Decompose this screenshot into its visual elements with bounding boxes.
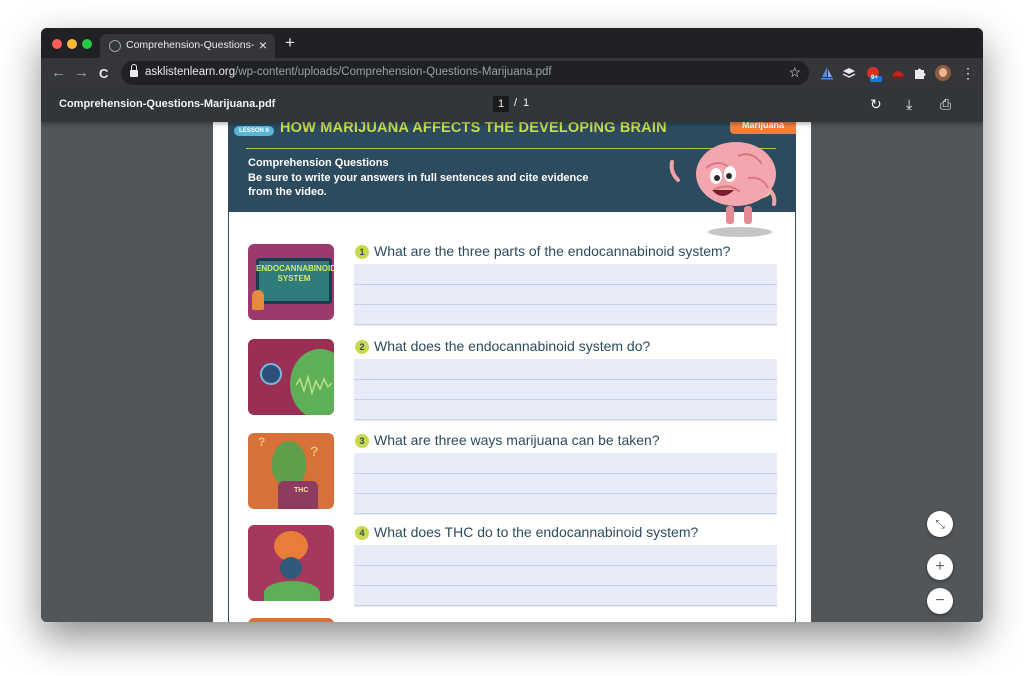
question-item: THC ? ? 3 What are three ways marijuana … (213, 432, 811, 515)
profile-avatar[interactable] (935, 65, 951, 81)
fit-to-page-button[interactable]: ⤡ (927, 511, 953, 537)
answer-lines (354, 453, 777, 515)
maximize-window-button[interactable] (82, 39, 92, 49)
pdf-filename: Comprehension-Questions-Marijuana.pdf (59, 98, 276, 110)
new-tab-button[interactable]: + (285, 33, 295, 53)
section-heading: Comprehension Questions (248, 157, 389, 169)
pdf-toolbar: Comprehension-Questions-Marijuana.pdf 1 … (41, 88, 983, 122)
close-tab-icon[interactable]: × (259, 37, 267, 53)
answer-lines (354, 264, 777, 326)
question-thumbnail: ENDOCANNABINOID SYSTEM (248, 244, 334, 320)
question-text: What are three ways marijuana can be tak… (374, 432, 660, 448)
question-item: 4 What does THC do to the endocannabinoi… (213, 524, 811, 607)
answer-lines (354, 359, 777, 421)
minimize-window-button[interactable] (67, 39, 77, 49)
browser-window: Comprehension-Questions-Ma × + ← → C ask… (41, 28, 983, 622)
tab-strip: Comprehension-Questions-Ma × + (41, 28, 983, 58)
forward-button[interactable]: → (74, 63, 89, 83)
pdf-page: LESSON 8 HOW MARIJUANA AFFECTS THE DEVEL… (213, 122, 811, 622)
bookmark-star-icon[interactable]: ☆ (788, 64, 801, 81)
next-thumbnail-peek (248, 618, 334, 622)
instructions: Be sure to write your answers in full se… (248, 172, 589, 198)
globe-icon (109, 40, 121, 52)
question-text: What does the endocannabinoid system do? (374, 338, 651, 354)
question-thumbnail: THC ? ? (248, 433, 334, 509)
zoom-out-button[interactable]: − (927, 588, 953, 614)
browser-menu-icon[interactable]: ⋮ (961, 63, 975, 83)
extension-badge: 9+ (871, 75, 878, 81)
back-button[interactable]: ← (51, 63, 66, 83)
pdf-viewer[interactable]: LESSON 8 HOW MARIJUANA AFFECTS THE DEVEL… (41, 122, 983, 622)
tab-active[interactable]: Comprehension-Questions-Ma × (100, 34, 275, 58)
browser-toolbar: ← → C asklistenlearn.org/wp-content/uplo… (41, 58, 983, 88)
page-number-input[interactable]: 1 (493, 96, 509, 112)
question-number-badge: 4 (355, 526, 369, 540)
question-thumbnail (248, 525, 334, 601)
reload-button[interactable]: C (99, 64, 108, 84)
print-icon[interactable]: ⎙ (940, 95, 951, 113)
thumbnail-caption: THC (294, 487, 309, 494)
close-window-button[interactable] (52, 39, 62, 49)
extension-cap-icon[interactable] (891, 66, 905, 80)
url-path: /wp-content/uploads/Comprehension-Questi… (235, 66, 552, 78)
download-icon[interactable]: ⤓ (906, 95, 912, 113)
question-item: ENDOCANNABINOID SYSTEM 1 What are the th… (213, 243, 811, 326)
zoom-in-button[interactable]: + (927, 554, 953, 580)
question-number-badge: 3 (355, 434, 369, 448)
url-domain: asklistenlearn.org (145, 66, 236, 78)
question-number-badge: 2 (355, 340, 369, 354)
question-thumbnail (248, 339, 334, 415)
page-total: 1 (523, 97, 530, 109)
address-bar[interactable]: asklistenlearn.org/wp-content/uploads/Co… (121, 61, 809, 85)
extension-sailboat-icon[interactable] (820, 66, 834, 80)
tab-title: Comprehension-Questions-Ma (126, 39, 254, 51)
extension-red-icon[interactable]: 9+ (866, 66, 882, 82)
extensions-puzzle-icon[interactable] (913, 66, 927, 80)
rotate-icon[interactable]: ↻ (870, 95, 882, 113)
answer-lines (354, 545, 777, 607)
question-text: What does THC do to the endocannabinoid … (374, 524, 699, 540)
thumbnail-caption: ENDOCANNABINOID SYSTEM (256, 264, 334, 283)
question-item: 2 What does the endocannabinoid system d… (213, 338, 811, 421)
question-text: What are the three parts of the endocann… (374, 243, 731, 259)
question-number-badge: 1 (355, 245, 369, 259)
extension-layers-icon[interactable] (842, 66, 856, 80)
worksheet-title: HOW MARIJUANA AFFECTS THE DEVELOPING BRA… (280, 122, 667, 136)
lesson-badge: LESSON 8 (234, 126, 274, 136)
page-separator: / (514, 97, 518, 109)
brain-mascot-illustration (669, 142, 777, 237)
lock-icon (130, 64, 138, 77)
url-text[interactable]: asklistenlearn.org/wp-content/uploads/Co… (145, 66, 552, 78)
